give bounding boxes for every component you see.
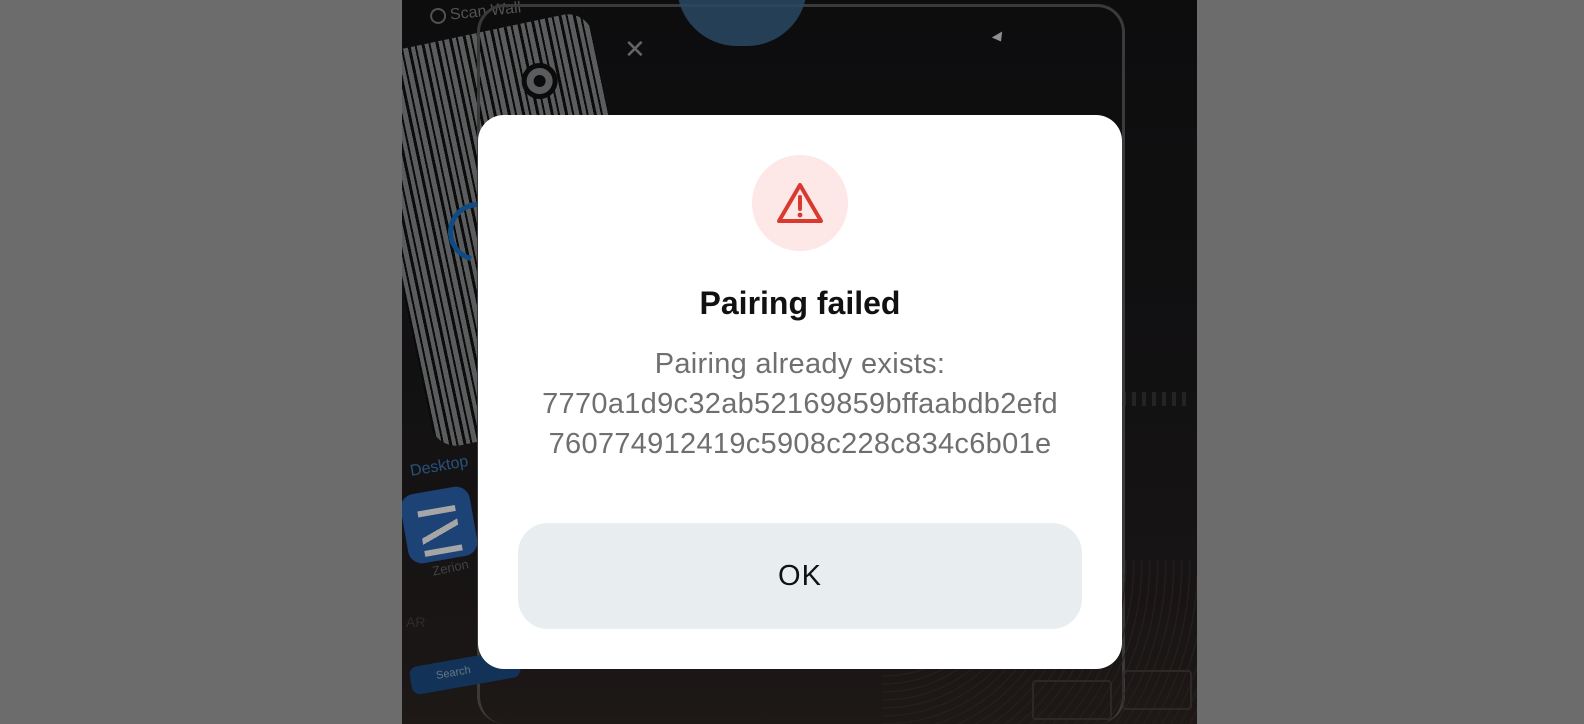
warning-triangle-icon	[777, 183, 823, 223]
right-letterbox	[1197, 0, 1584, 724]
left-letterbox	[0, 0, 402, 724]
message-line: 7770a1d9c32ab52169859bffaabdb2efd	[542, 388, 1058, 420]
message-line: 760774912419c5908c228c834c6b01e	[548, 428, 1052, 460]
dialog-title: Pairing failed	[699, 285, 901, 321]
warning-badge	[752, 155, 848, 251]
message-line: Pairing already exists:	[654, 348, 946, 380]
error-dialog: Pairing failed Pairing already exists: 7…	[478, 115, 1122, 669]
ok-button[interactable]: OK	[518, 523, 1082, 629]
dialog-message: Pairing already exists: 7770a1d9c32ab521…	[500, 344, 1100, 464]
screen: Scan Wall ✕ Desktop Zerion AR Search Pai…	[0, 0, 1584, 724]
